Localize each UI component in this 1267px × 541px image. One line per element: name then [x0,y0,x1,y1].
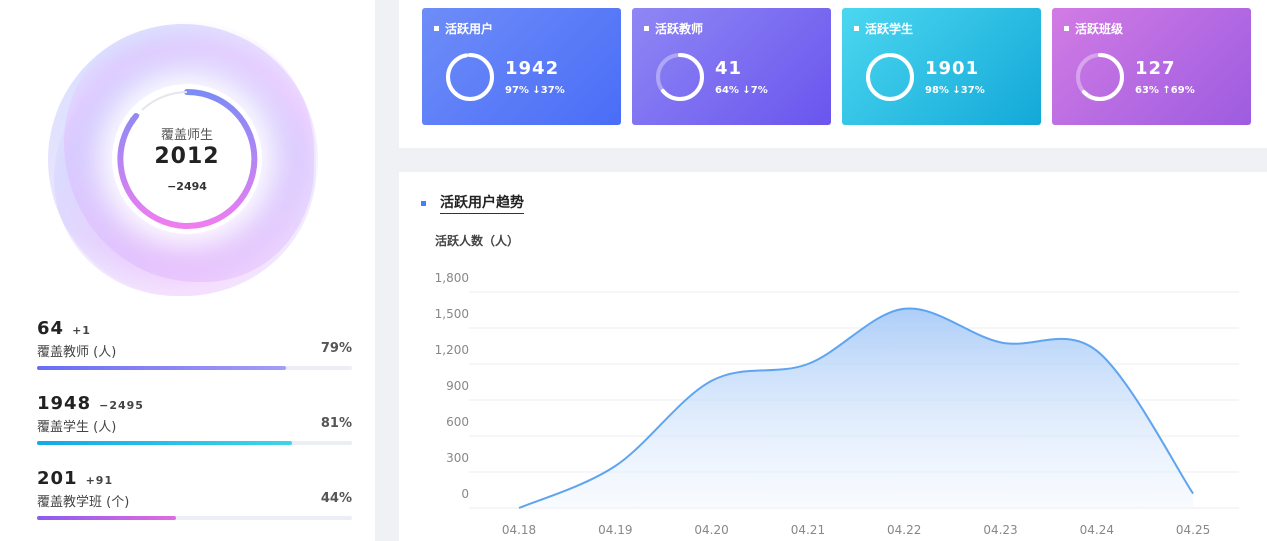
stat-label: 覆盖教学班 (个) [37,495,130,510]
progress-track [37,516,352,520]
stat-label: 覆盖学生 (人) [37,420,117,435]
stat-percent: 81% [320,416,352,431]
kpi-value: 41 [715,58,743,79]
trend-chart[interactable]: 0 300 600 900 1,200 1,500 1,800 04.18 04.19 04.20… [399,172,1267,541]
chart-title: 活跃用户趋势 [421,192,524,214]
coverage-panel: 覆盖师生 2012 −2494 64 +1 覆盖教师 (人) 79% 1948 −24… [0,0,375,541]
kpi-ring [446,53,494,101]
progress-fill [37,516,176,520]
stat-delta: −2495 [99,399,144,412]
stat-percent: 44% [320,491,352,506]
kpi-change: 64% ↓7% [715,85,768,96]
chart-y-axis-label: 活跃人数（人） [435,234,520,248]
x-tick-label: 04.18 [502,523,536,537]
kpi-value: 1901 [925,58,980,79]
y-tick-label: 600 [446,415,469,429]
coverage-orb: 覆盖师生 2012 −2494 [44,16,330,302]
progress-fill [37,441,293,445]
y-tick-label: 300 [446,451,469,465]
square-bullet-icon [434,26,439,31]
x-tick-label: 04.24 [1080,523,1114,537]
trend-area [519,308,1194,508]
kpi-card-active-students[interactable]: 活跃学生 1901 98% ↓37% [842,8,1041,125]
stat-number: 64 [37,318,65,339]
kpi-change: 63% ↑69% [1135,85,1195,96]
kpi-card-active-classes[interactable]: 活跃班级 127 63% ↑69% [1052,8,1251,125]
stat-number: 1948 [37,393,92,414]
coverage-value: 2012 [154,144,220,169]
square-bullet-icon [421,200,426,206]
stat-delta: +91 [85,474,114,487]
stat-number: 201 [37,468,78,489]
kpi-title: 活跃用户 [434,20,493,37]
kpi-value: 127 [1135,58,1176,79]
x-tick-label: 04.19 [598,523,632,537]
y-tick-label: 1,800 [435,271,469,285]
kpi-panel: 活跃用户 1942 97% ↓37% 活跃教师 41 64% ↓7% 活跃学生 … [399,0,1267,148]
x-tick-label: 04.23 [983,523,1017,537]
kpi-title: 活跃学生 [854,20,913,37]
coverage-label: 覆盖师生 [160,128,213,143]
stat-classes: 201 +91 覆盖教学班 (个) 44% [37,468,352,520]
stat-teachers: 64 +1 覆盖教师 (人) 79% [37,318,352,370]
kpi-change: 98% ↓37% [925,85,985,96]
kpi-title: 活跃教师 [644,20,703,37]
x-tick-label: 04.25 [1176,523,1210,537]
kpi-change: 97% ↓37% [505,85,565,96]
progress-track [37,366,352,370]
kpi-card-active-users[interactable]: 活跃用户 1942 97% ↓37% [422,8,621,125]
stat-percent: 79% [320,341,352,356]
stat-delta: +1 [72,324,91,337]
coverage-delta: −2494 [167,180,207,193]
kpi-title: 活跃班级 [1064,20,1123,37]
progress-fill [37,366,286,370]
kpi-ring [866,53,914,101]
x-tick-label: 04.22 [887,523,921,537]
trend-chart-panel: 0 300 600 900 1,200 1,500 1,800 04.18 04.19 04.20… [399,172,1267,541]
progress-track [37,441,352,445]
y-tick-label: 1,200 [435,343,469,357]
x-tick-label: 04.20 [694,523,728,537]
coverage-ring-track [141,91,188,111]
stat-label: 覆盖教师 (人) [37,345,117,360]
kpi-card-active-teachers[interactable]: 活跃教师 41 64% ↓7% [632,8,831,125]
square-bullet-icon [644,26,649,31]
square-bullet-icon [854,26,859,31]
square-bullet-icon [1064,26,1069,31]
y-tick-label: 900 [446,379,469,393]
kpi-ring [1076,53,1124,101]
stat-students: 1948 −2495 覆盖学生 (人) 81% [37,393,352,445]
x-tick-label: 04.21 [791,523,825,537]
kpi-ring [656,53,704,101]
kpi-value: 1942 [505,58,560,79]
y-tick-label: 1,500 [435,307,469,321]
y-tick-label: 0 [461,487,469,501]
